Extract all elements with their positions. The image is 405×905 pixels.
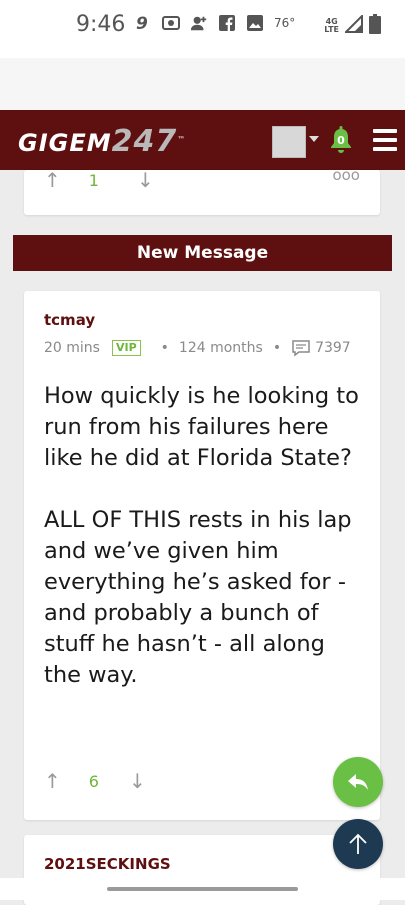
page-backdrop: [0, 58, 405, 110]
image-icon: [246, 14, 264, 32]
logo-trademark: ™: [177, 135, 187, 144]
post-paragraph: ALL OF THIS rests in his lap and we’ve g…: [44, 507, 352, 688]
post-age: 20 mins: [44, 340, 100, 356]
status-time: 9:46: [76, 12, 126, 37]
more-options-icon[interactable]: ooo: [332, 166, 360, 184]
post-count: 7397: [315, 340, 351, 356]
upvote-arrow-icon[interactable]: ↑: [44, 769, 61, 793]
downvote-arrow-icon[interactable]: ↓: [129, 769, 146, 793]
post-meta: 20 mins VIP • 124 months • 7397: [44, 339, 351, 357]
home-indicator[interactable]: [107, 887, 298, 891]
facebook-icon: [218, 14, 236, 32]
temperature: 76°: [274, 16, 296, 30]
reply-icon: [348, 774, 368, 790]
previous-post-votes: ↑ 1 ↓: [44, 168, 154, 192]
svg-text:9: 9: [136, 14, 148, 32]
upvote-count: 1: [88, 170, 99, 190]
navigation-bar: [0, 878, 405, 900]
notification-icons: 9 76°: [134, 14, 295, 32]
membership-duration: 124 months: [178, 340, 263, 356]
previous-post-card: ↑ 1 ↓ ooo: [24, 166, 380, 215]
network-type: 4G LTE: [324, 18, 339, 34]
post-username[interactable]: 2021SECKINGS: [44, 855, 171, 873]
post-body: How quickly is he looking to run from hi…: [44, 381, 364, 722]
logo-number: 247: [111, 124, 178, 159]
upvote-arrow-icon[interactable]: ↑: [44, 168, 61, 192]
battery-icon: [369, 14, 381, 38]
add-contact-icon: [190, 14, 208, 32]
notification-count: 0: [337, 134, 345, 147]
arrow-up-icon: [349, 833, 367, 854]
post-card: tcmay 20 mins VIP • 124 months • 7397 Ho…: [24, 291, 380, 820]
separator-dot: •: [160, 340, 169, 356]
post-username[interactable]: tcmay: [44, 311, 95, 329]
comment-icon: [291, 339, 311, 357]
vip-badge: VIP: [111, 340, 141, 356]
new-message-banner[interactable]: New Message: [13, 235, 392, 271]
scroll-to-top-button[interactable]: [333, 819, 383, 869]
reply-button[interactable]: [333, 757, 383, 807]
downvote-arrow-icon[interactable]: ↓: [137, 168, 154, 192]
post-paragraph: How quickly is he looking to run from hi…: [44, 383, 359, 471]
chevron-down-icon[interactable]: [309, 136, 319, 142]
camera-icon: [162, 14, 180, 32]
site-logo[interactable]: GIGEM247™: [18, 124, 186, 159]
separator-dot: •: [272, 340, 282, 356]
upvote-count: 6: [88, 771, 99, 791]
notifications-button[interactable]: 0: [328, 123, 354, 157]
network-lte: LTE: [324, 25, 339, 34]
signal-icon: [343, 13, 363, 37]
g-app-icon: 9: [134, 14, 152, 32]
logo-text: GIGEM: [18, 129, 112, 157]
hamburger-menu-icon[interactable]: [373, 129, 397, 151]
status-bar: 9:46 9 76° 4G LTE: [0, 0, 405, 58]
post-votes: ↑ 6 ↓: [44, 769, 146, 793]
bell-icon: 0: [331, 126, 351, 153]
system-icons: 4G LTE: [324, 13, 381, 38]
avatar[interactable]: [272, 126, 306, 158]
